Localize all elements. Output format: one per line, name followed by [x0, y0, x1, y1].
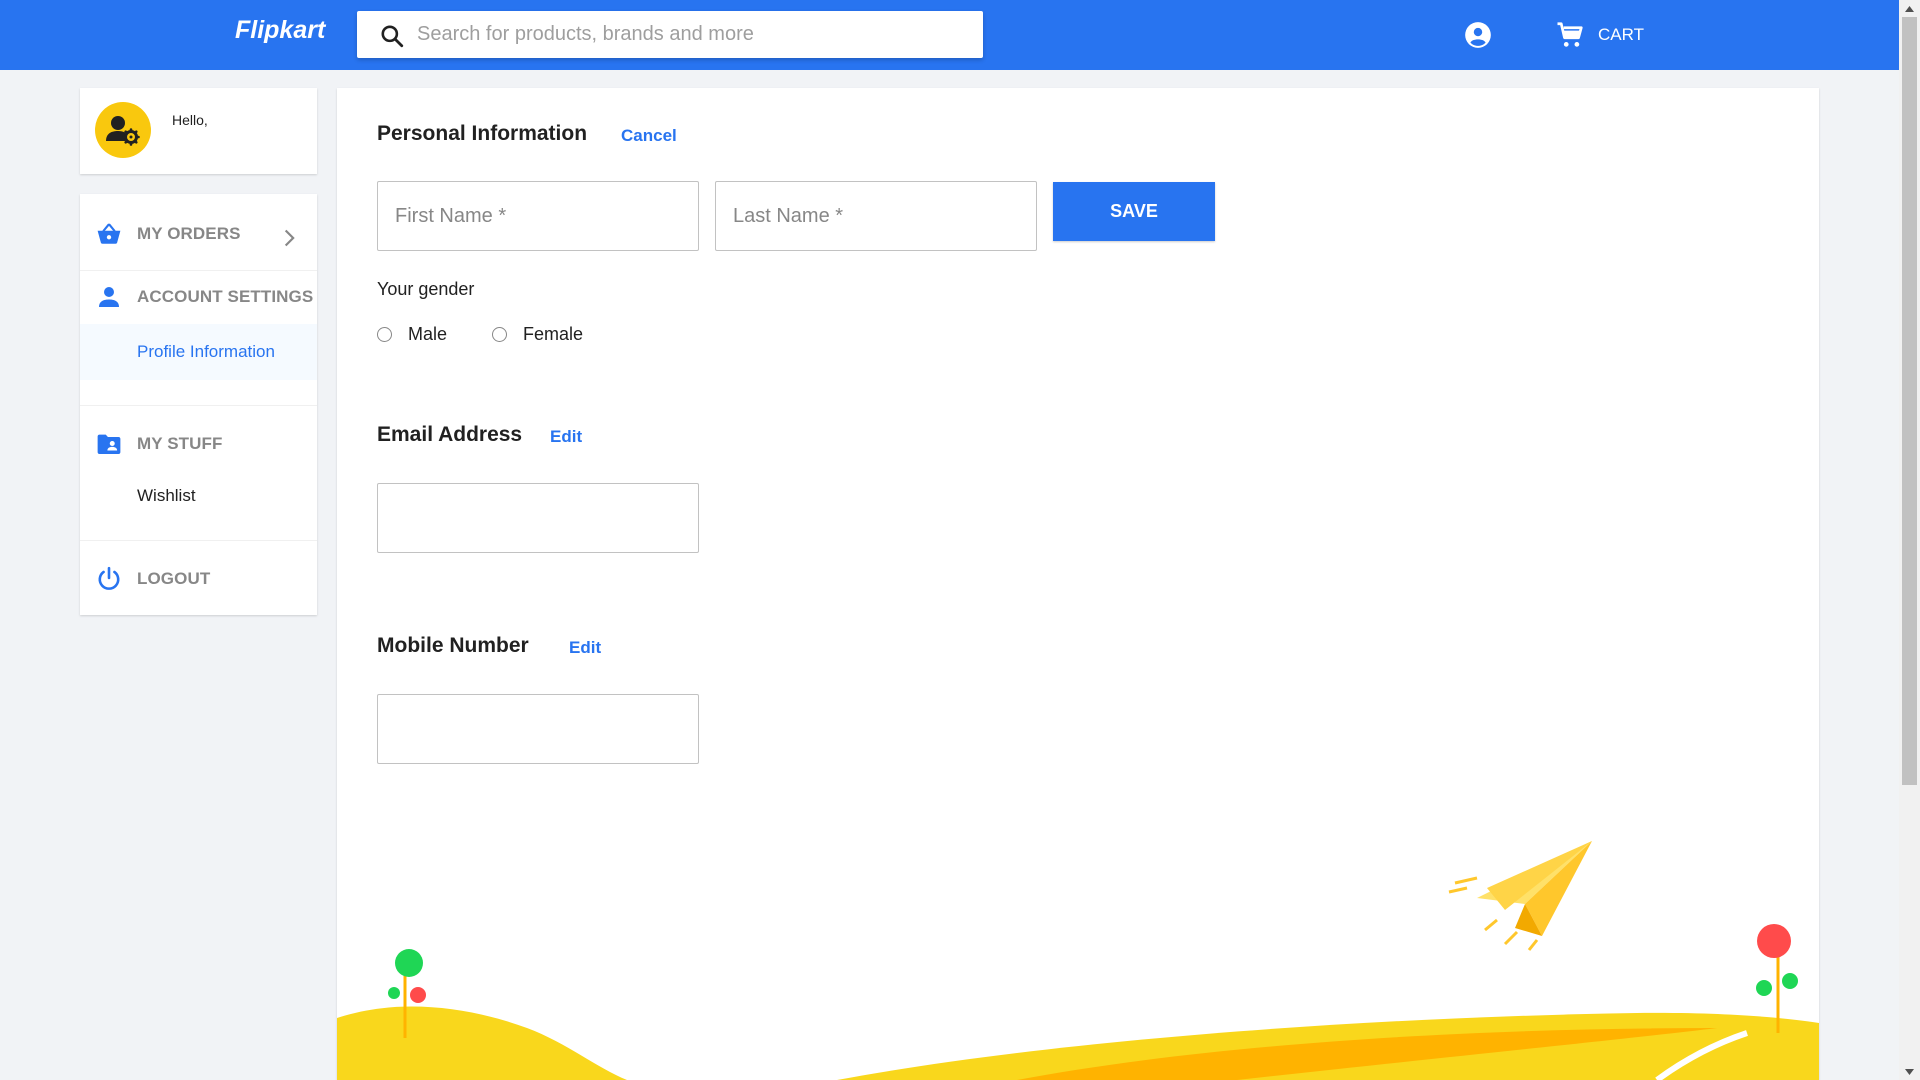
personal-information-title: Personal Information	[377, 122, 588, 145]
search-bar[interactable]	[357, 11, 983, 58]
email-address-title: Email Address	[377, 423, 523, 446]
nav-my-orders[interactable]: MY ORDERS	[80, 194, 317, 271]
nav-my-stuff: MY STUFF Wishlist	[80, 407, 317, 541]
nav-logout[interactable]: LOGOUT	[80, 542, 317, 615]
sidebar-item-wishlist[interactable]: Wishlist	[80, 474, 317, 518]
search-icon[interactable]	[379, 23, 405, 49]
gender-option-female: Female	[523, 324, 584, 344]
email-field[interactable]	[377, 483, 699, 553]
avatar	[95, 102, 151, 158]
gender-label: Your gender	[377, 279, 475, 299]
logout-label: LOGOUT	[137, 569, 211, 588]
mobile-input[interactable]	[378, 695, 698, 763]
gender-radio-female[interactable]: Female	[492, 324, 583, 345]
scrollbar-thumb[interactable]	[1902, 17, 1917, 785]
nav-account-settings: ACCOUNT SETTINGS Profile Information	[80, 272, 317, 406]
mobile-edit-link[interactable]: Edit	[569, 638, 601, 658]
my-stuff-label: MY STUFF	[137, 434, 223, 453]
greeting-text: Hello,	[172, 112, 208, 128]
radio-circle[interactable]	[492, 327, 507, 342]
user-settings-icon	[106, 116, 140, 146]
cart-icon	[1557, 22, 1583, 47]
gender-radio-male[interactable]: Male	[377, 324, 447, 345]
top-header: Flipkart CART	[0, 0, 1899, 70]
profile-information-panel: Personal Information Cancel SAVE Your ge…	[337, 88, 1819, 1080]
save-button[interactable]: SAVE	[1053, 182, 1215, 241]
cancel-link[interactable]: Cancel	[621, 126, 677, 146]
sidebar-item-profile-information[interactable]: Profile Information	[80, 324, 317, 380]
person-icon	[99, 287, 119, 307]
cart-button[interactable]: CART	[1555, 20, 1644, 50]
my-orders-label: MY ORDERS	[137, 224, 241, 243]
radio-circle[interactable]	[377, 327, 392, 342]
last-name-input[interactable]	[716, 182, 1036, 250]
folder-user-icon	[97, 434, 121, 454]
email-edit-link[interactable]: Edit	[550, 427, 582, 447]
flipkart-logo[interactable]: Flipkart	[235, 16, 325, 45]
account-nav: MY ORDERS ACCOUNT SETTINGS Profile Infor…	[80, 194, 317, 615]
scroll-up-arrow-icon[interactable]	[1899, 0, 1920, 17]
user-greeting-card: Hello,	[80, 88, 317, 174]
last-name-field[interactable]	[715, 181, 1037, 251]
scroll-down-arrow-icon[interactable]	[1899, 1063, 1920, 1080]
email-input[interactable]	[378, 484, 698, 552]
account-settings-label: ACCOUNT SETTINGS	[137, 287, 314, 306]
account-icon[interactable]	[1464, 21, 1492, 49]
cart-label: CART	[1598, 25, 1644, 44]
power-icon	[98, 566, 120, 590]
first-name-field[interactable]	[377, 181, 699, 251]
shopping-basket-icon	[97, 223, 121, 244]
page-scrollbar[interactable]	[1899, 0, 1920, 1080]
chevron-right-icon	[284, 229, 295, 247]
first-name-input[interactable]	[378, 182, 698, 250]
search-input[interactable]	[417, 11, 967, 58]
mobile-number-title: Mobile Number	[377, 634, 529, 657]
landscape-illustration	[337, 841, 1819, 1080]
gender-option-male: Male	[408, 324, 448, 344]
mobile-field[interactable]	[377, 694, 699, 764]
